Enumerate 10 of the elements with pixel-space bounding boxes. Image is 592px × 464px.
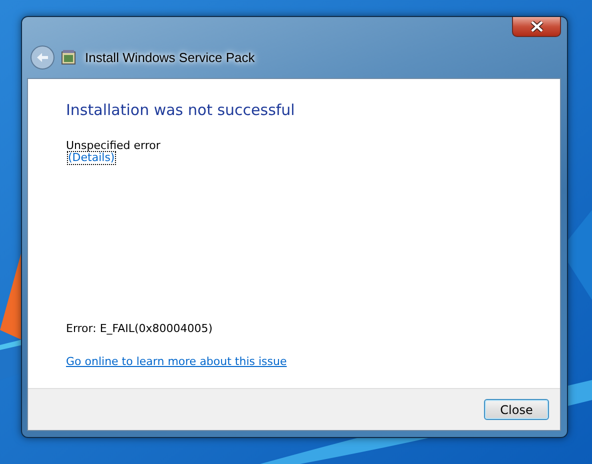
help-link[interactable]: Go online to learn more about this issue [66,355,287,368]
installer-icon [61,50,76,65]
error-heading: Installation was not successful [66,101,296,119]
error-message: Unspecified error [66,139,162,152]
close-icon[interactable] [512,17,561,37]
error-code: Error: E_FAIL(0x80004005) [66,322,214,335]
details-link[interactable]: (Details) [68,152,115,164]
back-icon[interactable] [30,45,55,70]
window-title: Install Windows Service Pack [85,50,255,65]
close-button[interactable]: Close [484,399,549,420]
